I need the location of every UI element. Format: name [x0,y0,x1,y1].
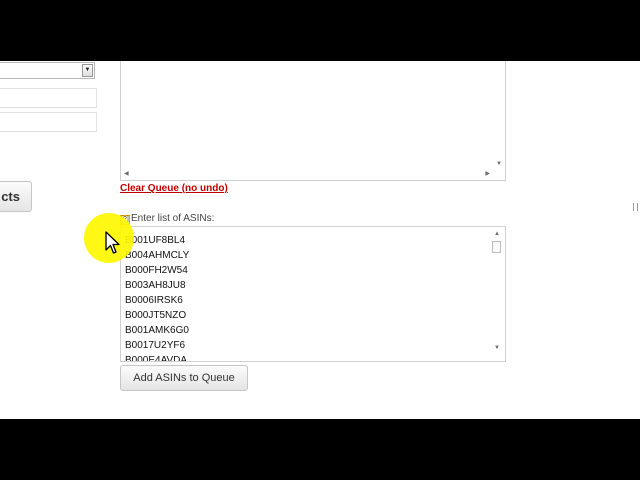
asin-vertical-scrollbar[interactable]: ▲ ▼ [492,231,502,351]
asin-line: B001AMK6G0 [125,325,189,336]
asin-line: B0006IRSK6 [125,295,183,306]
clear-queue-link[interactable]: Clear Queue (no undo) [120,183,228,194]
scrollbar-thumb[interactable] [492,241,501,253]
queue-horizontal-scrollbar[interactable]: ◀ ▶ [121,169,493,180]
mouse-pointer-icon [105,231,120,254]
products-button[interactable]: cts [0,181,32,212]
category-select[interactable]: ▼ [0,62,95,79]
window-resize-handle[interactable] [633,203,638,211]
scroll-up-arrow-icon[interactable]: ▲ [494,231,500,237]
text-field-1[interactable] [0,88,97,108]
queue-vertical-scrollbar[interactable]: ▼ [493,61,505,169]
page-content: ▼ cts ▼ ◀ ▶ Clear Queue (no undo) [?] En… [0,61,640,419]
asin-line: B003AH8JU8 [125,280,186,291]
asin-line: B001UF8BL4 [125,235,186,246]
queue-textarea[interactable]: ▼ ◀ ▶ [120,61,506,181]
text-field-2[interactable] [0,112,97,132]
asin-list-label: Enter list of ASINs: [131,213,215,224]
select-arrow-icon[interactable]: ▼ [82,64,93,77]
scroll-down-arrow-icon[interactable]: ▼ [496,161,502,167]
asin-line: B000FH2W54 [125,265,188,276]
add-asins-to-queue-button[interactable]: Add ASINs to Queue [120,365,248,391]
asin-textarea[interactable]: B001UF8BL4 B004AHMCLY B000FH2W54 B003AH8… [120,226,506,362]
asin-line: B000JT5NZO [125,310,187,321]
scroll-left-arrow-icon[interactable]: ◀ [124,171,129,177]
asin-list: B001UF8BL4 B004AHMCLY B000FH2W54 B003AH8… [125,233,190,362]
scroll-down-arrow-icon[interactable]: ▼ [494,345,500,351]
scroll-right-arrow-icon[interactable]: ▶ [485,171,490,177]
asin-line: B000E4AVDA [125,355,188,362]
asin-line: B0017U2YF6 [125,340,186,351]
asin-line: B004AHMCLY [125,250,190,261]
